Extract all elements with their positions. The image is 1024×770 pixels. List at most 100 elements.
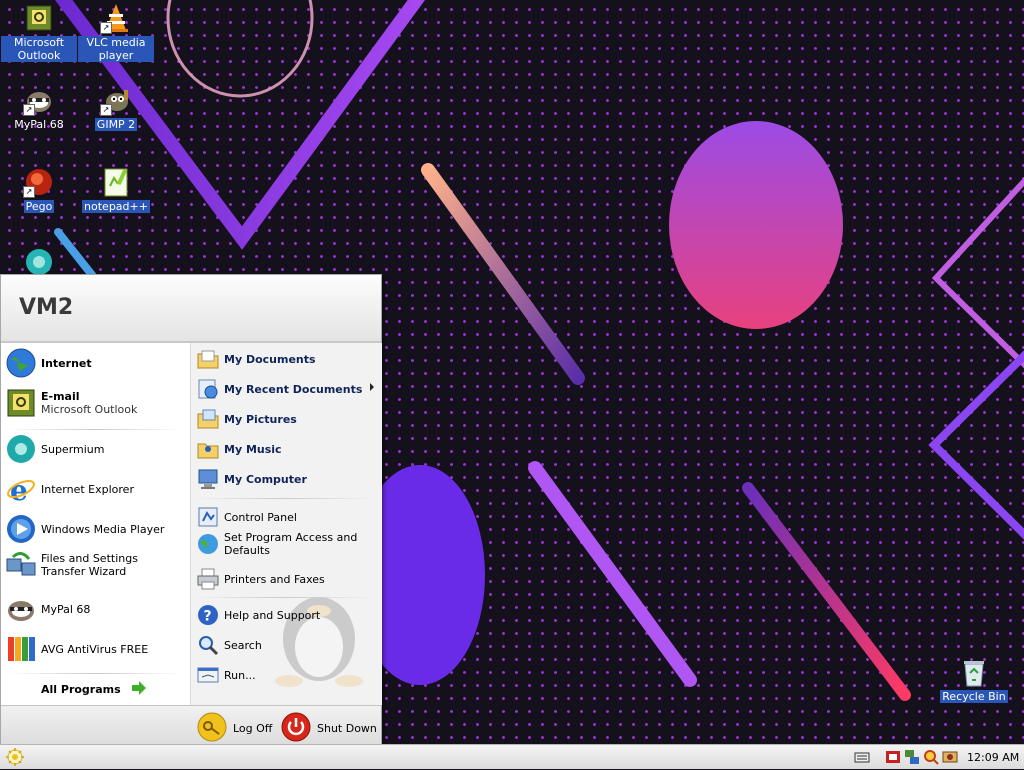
start-menu-left-pane: Internet E-mail Microsoft Outlook Supermi…	[1, 343, 190, 705]
place-label: My Pictures	[224, 412, 297, 426]
recent-windows-media-player[interactable]: Windows Media Player	[5, 513, 185, 545]
shortcut-arrow-icon: ↗	[23, 186, 35, 198]
system-printers-faxes[interactable]: Printers and Faxes	[196, 567, 376, 591]
security-icon[interactable]	[885, 749, 901, 765]
shut-down-label: Shut Down	[317, 722, 377, 735]
place-label: My Music	[224, 442, 282, 456]
place-label: My Computer	[224, 472, 307, 486]
tool-label: Help and Support	[224, 608, 321, 622]
start-menu-footer: Log Off Shut Down	[1, 705, 381, 746]
recent-avg[interactable]: AVG AntiVirus FREE	[5, 633, 185, 665]
vlc-icon: ↗	[100, 2, 132, 34]
recent-documents-icon	[196, 377, 220, 401]
search-icon	[196, 633, 220, 657]
desktop-icon-pego[interactable]: ↗ Pego	[1, 166, 77, 213]
svg-text:e: e	[10, 474, 28, 505]
help-icon: ?	[196, 603, 220, 627]
recent-label: Supermium	[41, 442, 105, 456]
keyboard-icon[interactable]	[854, 749, 870, 765]
gimp-icon: ↗	[100, 84, 132, 116]
ie-icon: e	[5, 473, 37, 507]
pinned-title: E-mail	[41, 390, 80, 403]
pinned-internet[interactable]: Internet	[5, 347, 185, 379]
svg-text:?: ?	[204, 609, 212, 625]
desktop-icon-label: MyPal 68	[14, 118, 64, 131]
outlook-icon	[5, 387, 37, 419]
separator	[195, 498, 375, 499]
separator	[195, 597, 375, 598]
log-off-label: Log Off	[233, 722, 273, 735]
place-label: My Documents	[224, 352, 316, 366]
mypal-icon: ↗	[23, 84, 55, 116]
system-label: Set Program Access and Defaults	[224, 531, 358, 557]
place-my-recent-documents[interactable]: My Recent Documents	[196, 377, 378, 401]
desktop-icon-mypal[interactable]: ↗ MyPal 68	[1, 84, 77, 131]
recent-label: Files and Settings Transfer Wizard	[41, 552, 138, 578]
system-program-defaults[interactable]: Set Program Access and Defaults	[196, 531, 376, 557]
clock[interactable]: 12:09 AM	[967, 751, 1019, 764]
power-icon	[281, 712, 311, 745]
green-arrow-icon	[131, 681, 147, 698]
log-off-button[interactable]: Log Off	[197, 712, 272, 745]
start-button[interactable]	[2, 747, 28, 767]
user-name: VM2	[19, 295, 74, 320]
recent-label: Windows Media Player	[41, 522, 165, 536]
all-programs-label: All Programs	[41, 683, 121, 696]
recent-mypal[interactable]: MyPal 68	[5, 593, 185, 625]
globe-icon	[5, 347, 37, 379]
shortcut-arrow-icon: ↗	[100, 22, 112, 34]
shut-down-button[interactable]: Shut Down	[281, 712, 377, 745]
all-programs-button[interactable]: All Programs	[41, 681, 147, 698]
desktop-icon-label: GIMP 2	[94, 118, 138, 131]
place-my-music[interactable]: My Music	[196, 437, 376, 461]
tool-run[interactable]: Run...	[196, 663, 376, 687]
recent-label: Internet Explorer	[41, 482, 134, 496]
pinned-title: Internet	[41, 356, 92, 370]
desktop-icon-vlc[interactable]: ↗ VLC media player	[78, 2, 154, 62]
desktop-icon-recycle-bin[interactable]: Recycle Bin	[936, 656, 1012, 703]
desktop-icon-notepadpp[interactable]: notepad++	[78, 166, 154, 213]
place-my-documents[interactable]: My Documents	[196, 347, 376, 371]
taskbar: 12:09 AM	[0, 744, 1024, 769]
folder-pictures-icon	[196, 407, 220, 431]
pinned-email[interactable]: E-mail Microsoft Outlook	[5, 387, 185, 419]
recent-internet-explorer[interactable]: e Internet Explorer	[5, 473, 185, 507]
avg-icon	[5, 633, 37, 665]
pinned-subtitle: Microsoft Outlook	[41, 403, 138, 416]
desktop-icon-gimp[interactable]: ↗ GIMP 2	[78, 84, 154, 131]
recent-label: MyPal 68	[41, 602, 91, 616]
mypal-icon	[5, 593, 37, 625]
pego-icon: ↗	[23, 166, 55, 198]
place-my-computer[interactable]: My Computer	[196, 467, 376, 491]
desktop-icon-outlook[interactable]: Microsoft Outlook	[1, 2, 77, 62]
wmp-icon	[5, 513, 37, 545]
computer-icon	[196, 467, 220, 491]
submenu-arrow-icon	[370, 383, 374, 391]
transfer-wizard-icon	[5, 549, 37, 581]
system-label: Printers and Faxes	[224, 572, 325, 586]
desktop-icon-label: Microsoft Outlook	[1, 36, 77, 62]
start-menu-header: VM2	[1, 275, 381, 343]
outlook-icon	[23, 2, 55, 34]
program-defaults-icon	[196, 532, 220, 556]
search-tray-icon[interactable]	[923, 749, 939, 765]
shortcut-arrow-icon: ↗	[23, 104, 35, 116]
place-my-pictures[interactable]: My Pictures	[196, 407, 376, 431]
recent-transfer-wizard[interactable]: Files and Settings Transfer Wizard	[5, 549, 185, 581]
network-icon[interactable]	[904, 749, 920, 765]
volume-icon[interactable]	[942, 749, 958, 765]
system-tray: 12:09 AM	[854, 745, 1024, 769]
tool-help-support[interactable]: ? Help and Support	[196, 603, 376, 627]
separator	[7, 673, 183, 674]
key-icon	[197, 712, 227, 745]
notepadpp-icon	[100, 166, 132, 198]
recent-supermium[interactable]: Supermium	[5, 433, 185, 465]
desktop-icon-label: notepad++	[82, 200, 150, 213]
system-label: Control Panel	[224, 510, 297, 524]
folder-music-icon	[196, 437, 220, 461]
system-control-panel[interactable]: Control Panel	[196, 505, 376, 529]
tool-search[interactable]: Search	[196, 633, 376, 657]
desktop-icon-label: Pego	[23, 200, 55, 213]
folder-documents-icon	[196, 347, 220, 371]
run-icon	[196, 663, 220, 687]
